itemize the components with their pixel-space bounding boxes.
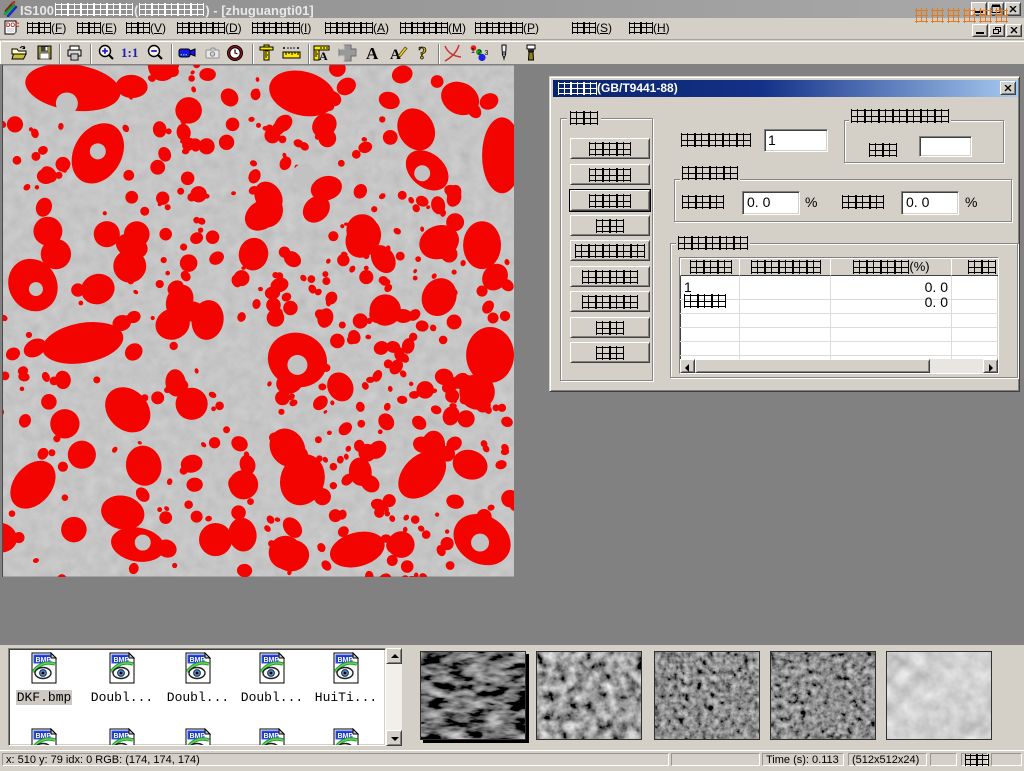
svg-text:1: 1 bbox=[471, 48, 475, 55]
svg-text:A: A bbox=[366, 44, 379, 62]
svg-text:DOC: DOC bbox=[6, 23, 20, 29]
svg-text:A: A bbox=[319, 49, 328, 62]
svg-text:1:1: 1:1 bbox=[121, 45, 138, 60]
svg-text:?: ? bbox=[418, 44, 427, 62]
svg-text:3: 3 bbox=[485, 50, 489, 57]
